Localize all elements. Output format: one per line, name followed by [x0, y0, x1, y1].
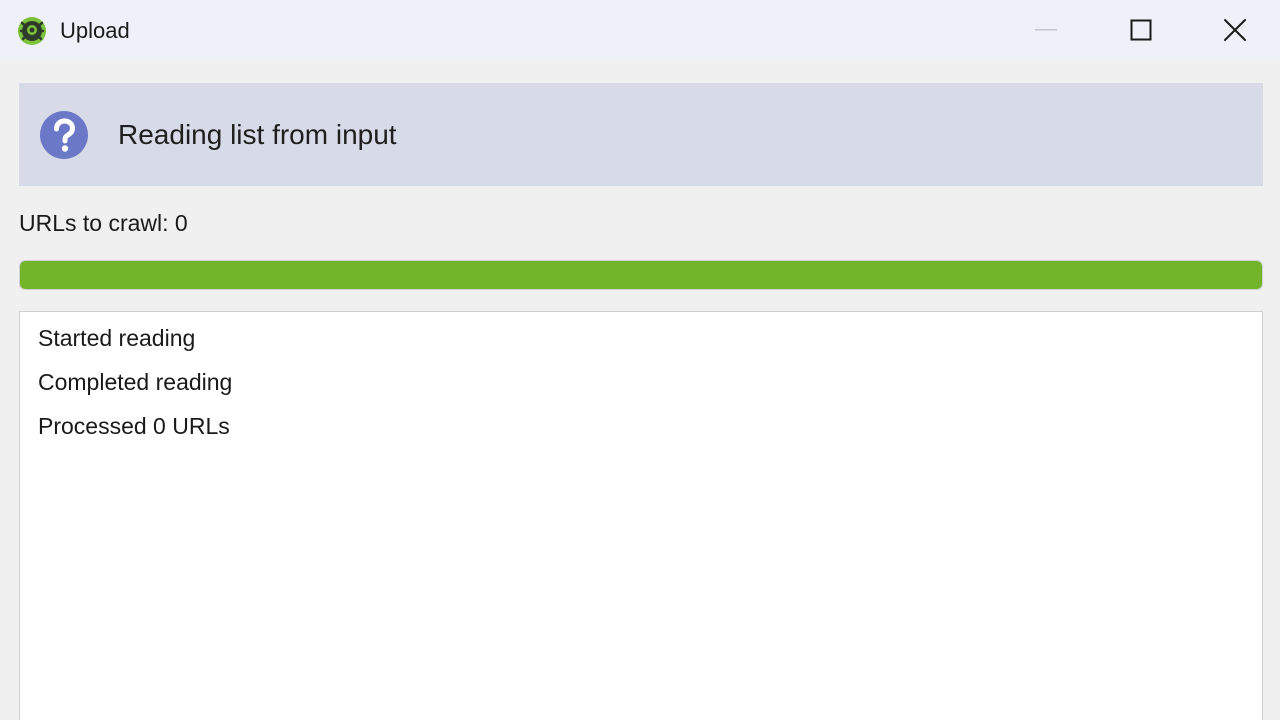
upload-dialog: Upload Reading list from input URLs to c…: [0, 0, 1280, 720]
banner-message: Reading list from input: [118, 119, 397, 150]
maximize-button[interactable]: [1094, 0, 1188, 60]
log-line: Started reading: [38, 325, 196, 351]
minimize-button[interactable]: [1000, 0, 1094, 60]
log-line: Completed reading: [38, 369, 233, 395]
maximize-icon: [1130, 19, 1152, 41]
progress-fill: [20, 261, 1262, 289]
status-banner: Reading list from input: [19, 83, 1263, 186]
title-bar[interactable]: Upload: [0, 0, 1280, 60]
close-icon: [1224, 19, 1246, 41]
log-line: Processed 0 URLs: [38, 413, 230, 439]
minimize-icon: [1035, 29, 1057, 31]
close-button[interactable]: [1188, 0, 1280, 60]
window-title: Upload: [60, 18, 130, 43]
log-output[interactable]: Started reading Completed reading Proces…: [19, 311, 1263, 720]
urls-to-crawl-label: URLs to crawl: 0: [19, 210, 188, 236]
question-icon: [40, 111, 88, 159]
progress-bar: [19, 260, 1263, 290]
spider-icon: [18, 17, 46, 45]
